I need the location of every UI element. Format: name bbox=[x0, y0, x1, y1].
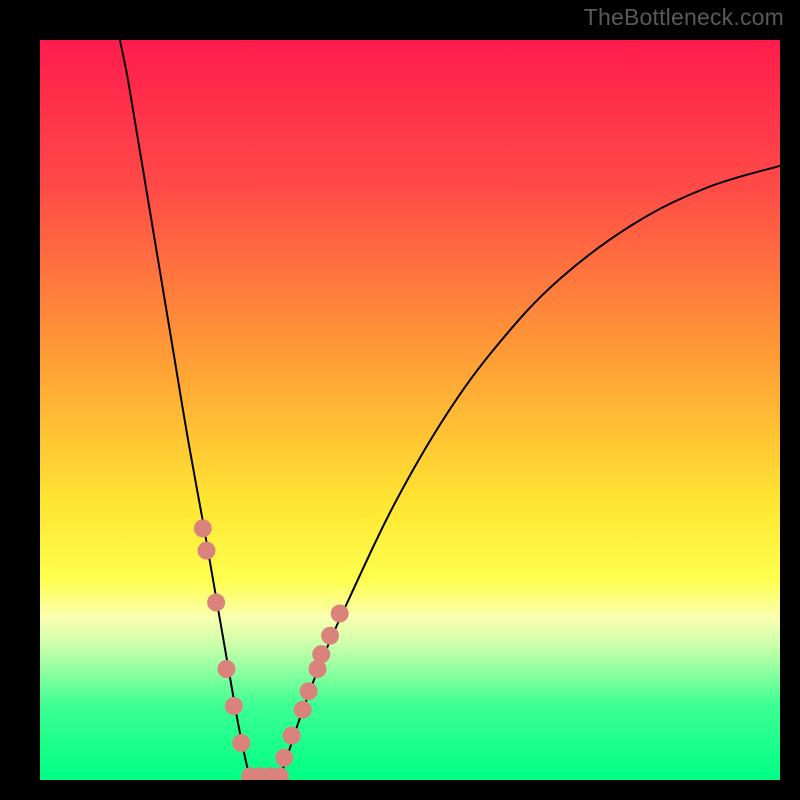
data-marker bbox=[207, 593, 225, 611]
data-marker bbox=[312, 645, 330, 663]
data-marker bbox=[275, 749, 293, 767]
data-marker bbox=[331, 605, 349, 623]
data-marker bbox=[198, 542, 216, 560]
data-marker bbox=[217, 660, 235, 678]
chart-frame: TheBottleneck.com bbox=[0, 0, 800, 800]
data-marker bbox=[321, 627, 339, 645]
data-markers bbox=[194, 519, 349, 780]
data-marker bbox=[225, 697, 243, 715]
watermark-text: TheBottleneck.com bbox=[584, 4, 784, 31]
bottleneck-curve bbox=[40, 40, 780, 780]
data-marker bbox=[300, 682, 318, 700]
data-marker bbox=[232, 734, 250, 752]
data-marker bbox=[283, 727, 301, 745]
plot-area bbox=[40, 40, 780, 780]
data-marker bbox=[194, 519, 212, 537]
data-marker bbox=[294, 701, 312, 719]
